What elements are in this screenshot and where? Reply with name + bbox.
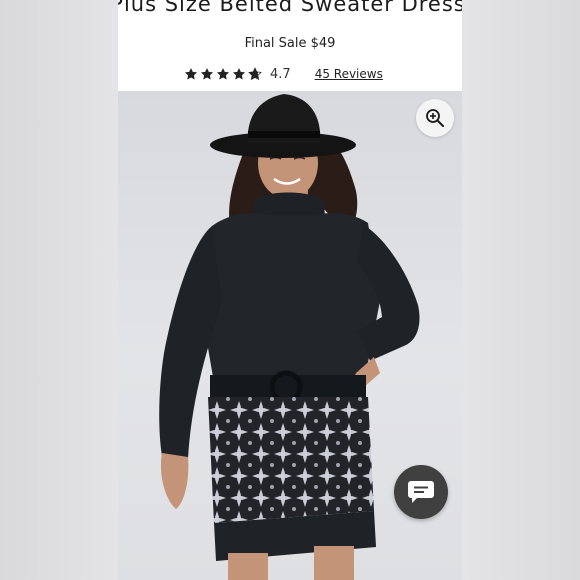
fair-isle-skirt: [208, 397, 374, 523]
background-left: [0, 0, 118, 580]
chat-button[interactable]: [394, 465, 448, 519]
zoom-in-icon: [426, 109, 444, 127]
sweater-body: [200, 213, 380, 383]
star-icon: [216, 68, 230, 80]
chat-bubble-icon: [408, 481, 434, 503]
product-card: Plus Size Belted Sweater Dress Final Sal…: [118, 0, 462, 580]
rating-row: 4.7 45 Reviews: [184, 66, 383, 82]
star-partial-icon: [248, 67, 262, 81]
hat-band: [248, 131, 320, 138]
hand-left: [160, 453, 189, 509]
product-price: Final Sale $49: [244, 36, 336, 51]
rating-stars: [184, 67, 264, 81]
belt: [210, 375, 366, 397]
background-right: [462, 0, 580, 580]
star-icon: [232, 68, 246, 80]
leg-left: [228, 553, 268, 580]
star-icon: [184, 68, 198, 80]
product-image[interactable]: [118, 91, 462, 580]
zoom-button[interactable]: [416, 99, 454, 137]
leg-right: [314, 546, 354, 580]
reviews-link[interactable]: 45 Reviews: [315, 67, 383, 81]
star-icon: [200, 68, 214, 80]
product-title: Plus Size Belted Sweater Dress: [118, 0, 462, 16]
rating-value: 4.7: [270, 66, 291, 82]
